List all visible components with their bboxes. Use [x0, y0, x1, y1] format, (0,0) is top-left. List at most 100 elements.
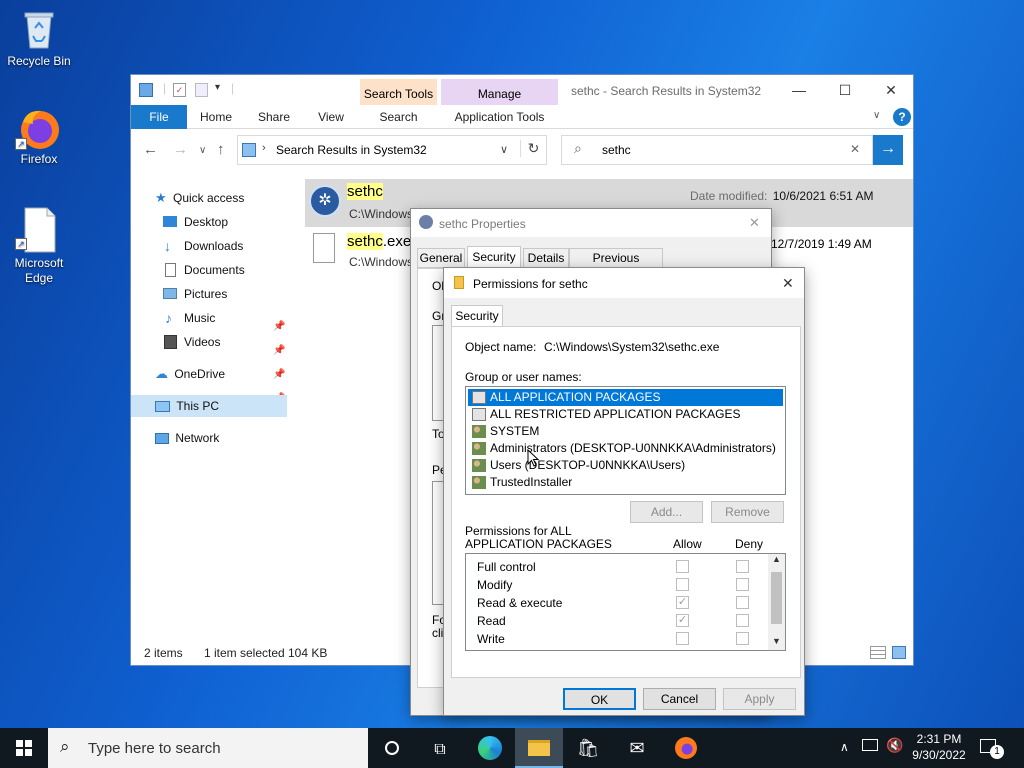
nav-this-pc[interactable]: This PC	[131, 395, 287, 417]
cancel-button[interactable]: Cancel	[643, 688, 716, 710]
allow-checkbox[interactable]: ✓	[676, 596, 689, 609]
context-tab-manage[interactable]: Manage	[441, 79, 558, 105]
ok-button[interactable]: OK	[563, 688, 636, 710]
deny-checkbox[interactable]	[736, 632, 749, 645]
volume-muted-icon[interactable]: 🔇	[886, 737, 903, 754]
nav-documents[interactable]: Documents	[163, 259, 293, 281]
scroll-thumb[interactable]	[771, 572, 782, 624]
tab-application-tools[interactable]: Application Tools	[441, 105, 558, 129]
add-button[interactable]: Add...	[630, 501, 703, 523]
recent-locations-chevron-icon[interactable]: ∨	[199, 145, 206, 156]
address-bar[interactable]: › Search Results in System32 ∨ ↻	[237, 135, 547, 165]
start-button[interactable]	[0, 728, 48, 768]
customize-toolbar-icon[interactable]: ▾	[215, 82, 220, 93]
list-item[interactable]: SYSTEM	[468, 423, 783, 440]
tab-file[interactable]: File	[131, 105, 187, 129]
taskbar-file-explorer-button[interactable]	[515, 728, 563, 768]
search-results-icon	[242, 143, 256, 157]
deny-checkbox[interactable]	[736, 596, 749, 609]
permission-row: Full control	[466, 558, 766, 576]
nav-quick-access[interactable]: ★ Quick access	[155, 187, 244, 209]
nav-network[interactable]: Network	[155, 427, 219, 449]
up-arrow-icon[interactable]: ↑	[217, 141, 225, 158]
checklist-icon[interactable]: ✓	[173, 83, 186, 97]
task-view-icon: ⧉	[434, 741, 446, 758]
action-center-button[interactable]: 1	[980, 736, 1010, 760]
properties-titlebar[interactable]: sethc Properties ✕	[411, 209, 771, 237]
back-arrow-icon[interactable]: ←	[143, 141, 158, 158]
details-view-icon[interactable]	[870, 646, 886, 659]
explorer-titlebar[interactable]: | ✓ ▾ | Search Tools Manage sethc - Sear…	[131, 75, 913, 105]
search-box[interactable]: ⌕ sethc ✕	[561, 135, 873, 165]
list-item[interactable]: TrustedInstaller	[468, 474, 783, 491]
allow-checkbox[interactable]	[676, 560, 689, 573]
tab-view[interactable]: View	[309, 105, 353, 129]
deny-checkbox[interactable]	[736, 578, 749, 591]
tab-general[interactable]: General	[417, 248, 465, 268]
ribbon-collapse-icon[interactable]: ∨	[873, 110, 880, 121]
deny-checkbox[interactable]	[736, 560, 749, 573]
scrollbar[interactable]: ▲ ▼	[768, 554, 785, 650]
list-item[interactable]: Users (DESKTOP-U0NNKKA\Users)	[468, 457, 783, 474]
cortana-button[interactable]	[368, 728, 416, 768]
context-tab-search-tools[interactable]: Search Tools	[360, 79, 437, 105]
tab-home[interactable]: Home	[193, 105, 239, 129]
deny-checkbox[interactable]	[736, 614, 749, 627]
close-icon[interactable]: ✕	[782, 275, 794, 292]
new-folder-icon[interactable]	[195, 83, 208, 97]
allow-checkbox[interactable]	[676, 578, 689, 591]
search-go-button[interactable]: →	[873, 135, 903, 165]
group-user-list[interactable]: ALL APPLICATION PACKAGES ALL RESTRICTED …	[465, 386, 786, 495]
allow-checkbox[interactable]: ✓	[676, 614, 689, 627]
tab-security[interactable]: Security	[467, 246, 521, 268]
pin-icon[interactable]: 📌	[273, 369, 285, 380]
tab-details[interactable]: Details	[523, 248, 569, 268]
list-item[interactable]: ALL RESTRICTED APPLICATION PACKAGES	[468, 406, 783, 423]
close-icon[interactable]: ✕	[749, 215, 760, 231]
list-item[interactable]: Administrators (DESKTOP-U0NNKKA\Administ…	[468, 440, 783, 457]
minimize-button[interactable]: —	[776, 75, 822, 105]
close-button[interactable]: ✕	[868, 75, 914, 105]
accessibility-app-icon	[419, 215, 433, 229]
nav-downloads[interactable]: ↓ Downloads	[163, 235, 293, 257]
search-input[interactable]: sethc	[602, 143, 631, 157]
nav-pictures[interactable]: Pictures	[163, 283, 293, 305]
remove-button[interactable]: Remove	[711, 501, 784, 523]
taskbar-search-box[interactable]: ⌕ Type here to search	[48, 728, 368, 768]
maximize-button[interactable]: ☐	[822, 75, 868, 105]
taskbar-store-button[interactable]: 🛍	[564, 728, 612, 768]
permissions-titlebar[interactable]: Permissions for sethc ✕	[444, 268, 804, 298]
scroll-down-icon[interactable]: ▼	[772, 636, 781, 646]
tab-previous-versions[interactable]: Previous Versions	[569, 248, 663, 283]
taskbar-firefox-button[interactable]	[662, 728, 710, 768]
nav-desktop[interactable]: Desktop	[163, 211, 293, 233]
breadcrumb-chevron-icon[interactable]: ›	[262, 142, 266, 154]
taskbar-mail-button[interactable]: ✉	[613, 728, 661, 768]
desktop-icon-recycle-bin[interactable]: Recycle Bin	[1, 8, 77, 68]
nav-onedrive[interactable]: ☁ OneDrive	[155, 363, 225, 385]
refresh-icon[interactable]: ↻	[520, 140, 546, 157]
tab-share[interactable]: Share	[251, 105, 297, 129]
pin-icon[interactable]: 📌	[273, 321, 285, 332]
clear-search-icon[interactable]: ✕	[850, 142, 860, 156]
pin-icon[interactable]: 📌	[273, 345, 285, 356]
large-icons-view-icon[interactable]	[892, 646, 906, 659]
tab-search[interactable]: Search	[360, 105, 437, 129]
scroll-up-icon[interactable]: ▲	[772, 554, 781, 564]
network-status-icon[interactable]	[862, 739, 878, 751]
forward-arrow-icon[interactable]: →	[173, 141, 188, 158]
task-view-button[interactable]: ⧉	[416, 728, 464, 768]
allow-checkbox[interactable]	[676, 632, 689, 645]
desktop-icon-firefox[interactable]: ↗ Firefox	[1, 106, 77, 166]
result-path: C:\Windows	[349, 255, 414, 269]
desktop-icon-edge[interactable]: ↗ Microsoft Edge	[1, 206, 77, 286]
properties-icon[interactable]	[139, 83, 153, 97]
taskbar-edge-button[interactable]	[466, 728, 514, 768]
address-dropdown-icon[interactable]: ∨	[500, 143, 508, 156]
tab-security[interactable]: Security	[451, 305, 503, 327]
show-hidden-icons-chevron[interactable]: ∧	[840, 740, 849, 754]
clock[interactable]: 2:31 PM 9/30/2022	[906, 731, 972, 763]
list-item[interactable]: ALL APPLICATION PACKAGES	[468, 389, 783, 406]
apply-button[interactable]: Apply	[723, 688, 796, 710]
help-icon[interactable]: ?	[893, 108, 911, 126]
